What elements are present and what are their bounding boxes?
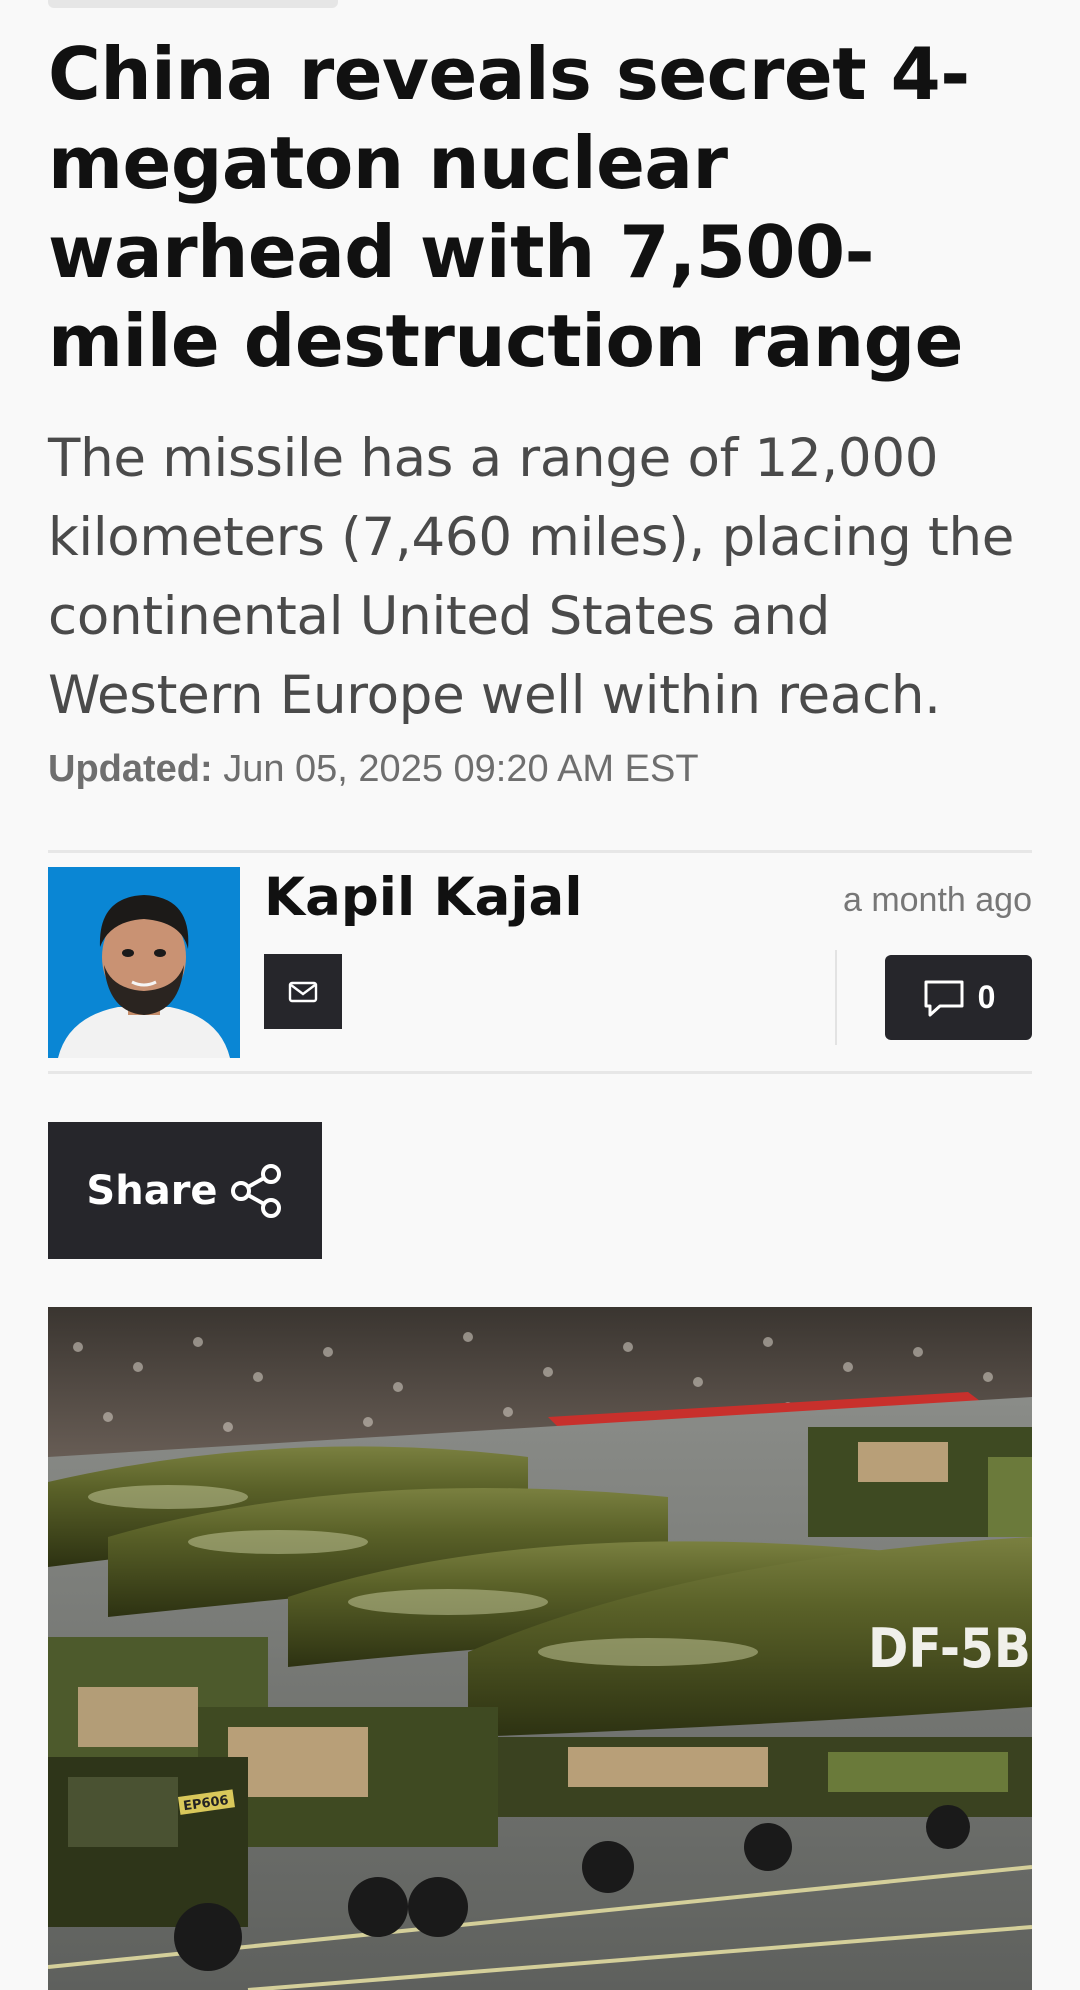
share-label: Share xyxy=(86,1167,218,1214)
updated-timestamp: Updated: Jun 05, 2025 09:20 AM EST xyxy=(48,745,699,793)
author-name[interactable]: Kapil Kajal xyxy=(264,866,583,930)
hero-image[interactable]: DF-5B EP606 xyxy=(48,1307,1032,1990)
updated-value: Jun 05, 2025 09:20 AM EST xyxy=(223,748,699,790)
author-avatar[interactable] xyxy=(48,867,240,1058)
mail-icon xyxy=(288,981,318,1002)
article-headline: China reveals secret 4-megaton nuclear w… xyxy=(48,32,970,383)
author-top-divider xyxy=(48,850,1032,853)
share-button[interactable]: Share xyxy=(48,1122,322,1259)
author-bottom-divider xyxy=(48,1071,1032,1074)
share-icon xyxy=(230,1163,281,1218)
comment-icon xyxy=(924,980,964,1016)
article-subheadline: The missile has a range of 12,000 kilome… xyxy=(48,428,1015,726)
updated-label: Updated: xyxy=(48,748,213,790)
top-tab-remnant xyxy=(48,0,338,8)
comment-count: 0 xyxy=(977,979,996,1015)
email-author-button[interactable] xyxy=(264,954,342,1029)
article-page: China reveals secret 4-megaton nuclear w… xyxy=(0,0,1080,1990)
missile-marking: DF-5B xyxy=(868,1617,1031,1680)
author-time-ago: a month ago xyxy=(842,881,1032,919)
vertical-divider xyxy=(835,950,837,1045)
comments-button[interactable]: 0 xyxy=(885,955,1032,1040)
